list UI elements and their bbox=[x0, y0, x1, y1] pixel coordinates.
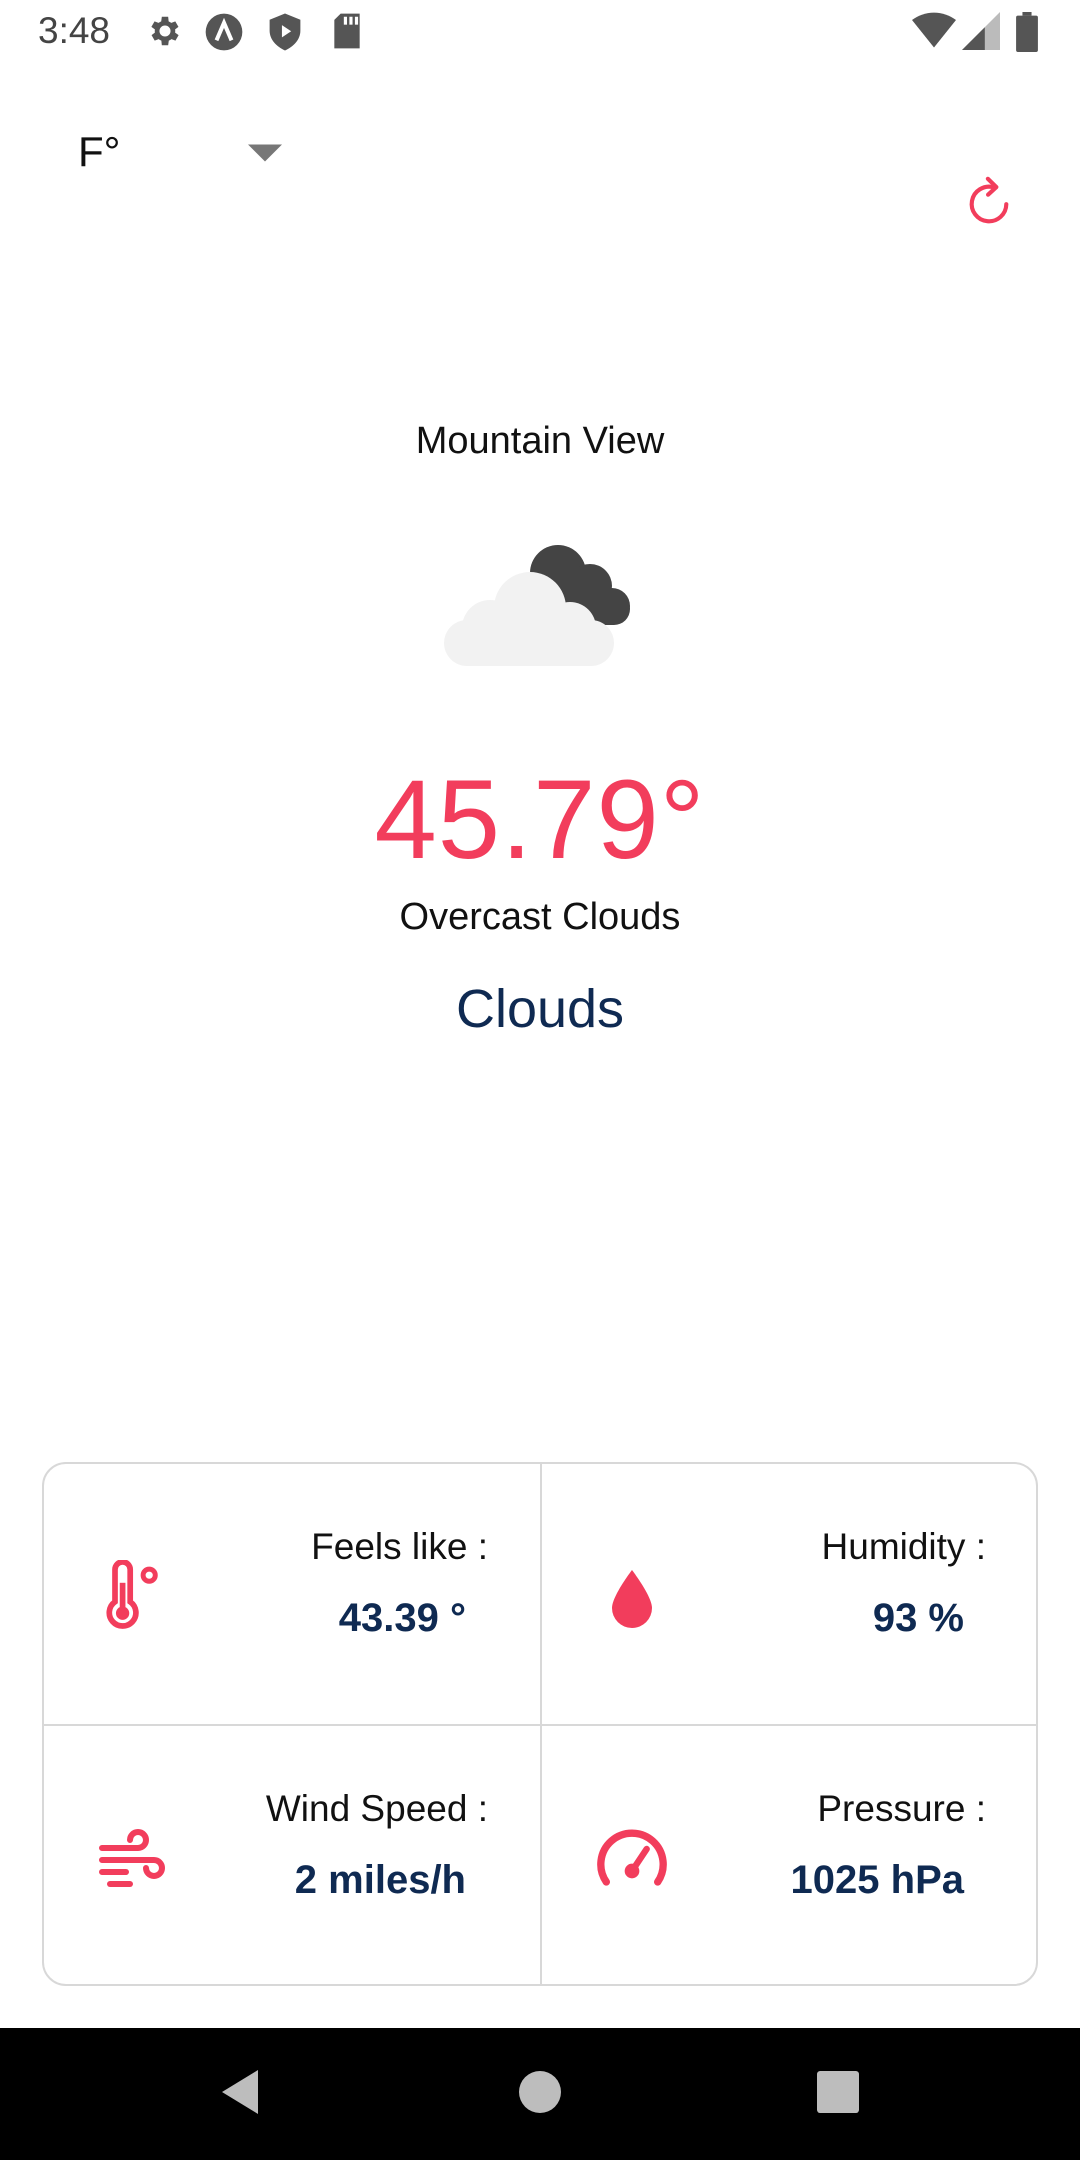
humidity-value: 93 % bbox=[872, 1596, 964, 1640]
weather-main-condition: Clouds bbox=[455, 979, 625, 1039]
back-button[interactable] bbox=[180, 2028, 300, 2160]
gauge-icon bbox=[592, 1820, 672, 1900]
weather-details-card: Feels like : 43.39 ° Humidity : 93 % Win… bbox=[42, 1462, 1038, 1986]
status-time: 3:48 bbox=[38, 10, 111, 51]
temperature-value: 45.79° bbox=[374, 757, 706, 882]
overcast-clouds-icon bbox=[440, 538, 640, 673]
status-bar: 3:48 bbox=[0, 0, 1080, 66]
wind-speed-label: Wind Speed : bbox=[265, 1788, 488, 1829]
wifi-icon bbox=[912, 12, 956, 55]
recents-icon bbox=[817, 2070, 859, 2118]
weather-description: Overcast Clouds bbox=[399, 896, 681, 938]
a-circle-icon bbox=[204, 12, 244, 57]
sd-card-icon bbox=[330, 12, 364, 55]
signal-icon bbox=[962, 12, 1000, 55]
feels-like-label: Feels like : bbox=[311, 1526, 488, 1567]
home-icon bbox=[519, 2070, 561, 2118]
wind-speed-value: 2 miles/h bbox=[294, 1858, 466, 1902]
feels-like-cell: Feels like : 43.39 ° bbox=[44, 1464, 540, 1724]
pressure-cell: Pressure : 1025 hPa bbox=[542, 1726, 1036, 1984]
home-button[interactable] bbox=[480, 2028, 600, 2160]
caret-down-icon bbox=[248, 144, 282, 167]
navigation-bar bbox=[0, 2028, 1080, 2160]
refresh-button[interactable] bbox=[950, 166, 1028, 244]
city-name: Mountain View bbox=[415, 420, 665, 462]
gear-icon bbox=[146, 12, 184, 55]
recents-button[interactable] bbox=[778, 2028, 898, 2160]
refresh-icon bbox=[961, 173, 1017, 238]
back-icon bbox=[218, 2068, 262, 2121]
unit-selected-value: F° bbox=[78, 128, 121, 175]
thermometer-icon bbox=[94, 1558, 174, 1638]
pressure-value: 1025 hPa bbox=[790, 1858, 964, 1902]
unit-dropdown[interactable]: F° bbox=[64, 118, 304, 188]
wind-icon bbox=[94, 1820, 174, 1900]
humidity-cell: Humidity : 93 % bbox=[542, 1464, 1036, 1724]
feels-like-value: 43.39 ° bbox=[338, 1596, 466, 1640]
pressure-label: Pressure : bbox=[817, 1788, 986, 1829]
water-drop-icon bbox=[592, 1558, 672, 1638]
battery-icon bbox=[1016, 12, 1038, 57]
humidity-label: Humidity : bbox=[821, 1526, 986, 1567]
play-shield-icon bbox=[266, 12, 304, 57]
wind-speed-cell: Wind Speed : 2 miles/h bbox=[44, 1726, 540, 1984]
